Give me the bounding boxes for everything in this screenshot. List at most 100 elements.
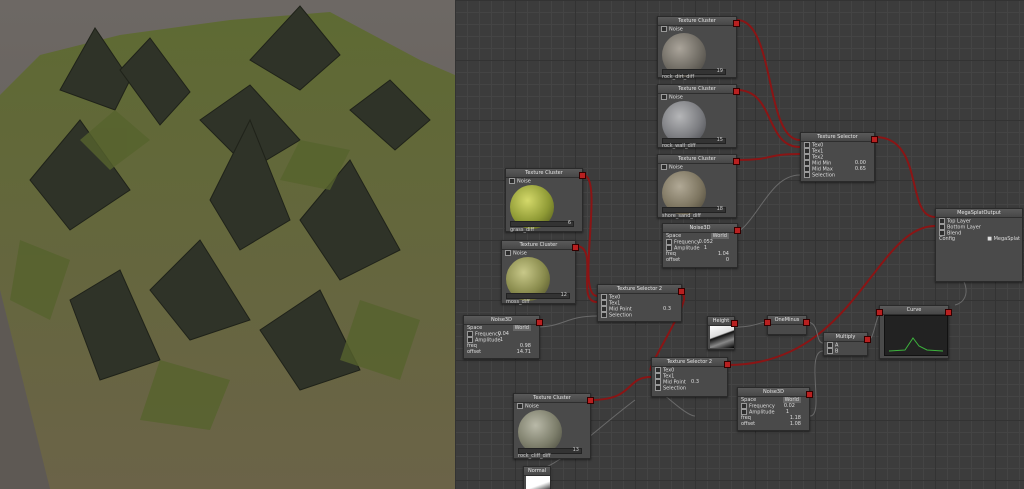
input-port[interactable]: [876, 309, 883, 316]
terrain-viewport[interactable]: [0, 0, 455, 489]
input-label: Selection: [609, 312, 633, 319]
one-minus-node[interactable]: OneMinus: [764, 315, 810, 335]
node-title: Noise3D: [663, 224, 737, 233]
field-label: offset: [467, 349, 482, 355]
texture-selector-node[interactable]: Texture Selector Tex0 Tex1 Tex2 Mid Min 0…: [800, 132, 878, 182]
node-title: Texture Selector 2: [652, 358, 727, 367]
texture-filename: moss_diff: [506, 299, 530, 305]
noise-toggle[interactable]: Noise: [506, 178, 582, 185]
noise-checkbox[interactable]: [505, 250, 511, 256]
field-label: offset: [666, 257, 681, 263]
field-label: Config: [939, 236, 956, 242]
noise-toggle[interactable]: Noise: [658, 26, 736, 33]
texture-filename: rock_dirt_diff: [662, 74, 695, 80]
port-checkbox[interactable]: [601, 312, 607, 318]
output-port[interactable]: [803, 319, 810, 326]
output-port[interactable]: [536, 319, 543, 326]
node-graph-canvas[interactable]: Texture Cluster Noise 19 rock_dirt_diff …: [455, 0, 1024, 489]
output-port[interactable]: [734, 227, 741, 234]
noise-toggle[interactable]: Noise: [658, 94, 736, 101]
noise-label: Noise: [517, 178, 531, 185]
terrain-render: [0, 5, 455, 489]
port-checkbox[interactable]: [827, 348, 833, 354]
noise3d-node[interactable]: Noise3D Space World Frequency 0.02 Amplitu…: [737, 387, 813, 431]
output-port[interactable]: [731, 320, 738, 327]
index-value: 12: [560, 292, 567, 298]
texture-selector2-node[interactable]: Texture Selector 2 Tex0 Tex1 Mid Point 0.…: [651, 357, 731, 397]
noise3d-node[interactable]: Noise3D Space World Frequency 0.04 Amplitu…: [463, 315, 543, 359]
noise-toggle[interactable]: Noise: [502, 250, 575, 257]
texture-cluster-node[interactable]: Texture Cluster Noise 13 rock_cliff_diff: [513, 393, 594, 459]
port-checkbox[interactable]: [655, 385, 661, 391]
config-value-text: MegaSplat: [993, 236, 1020, 242]
offset-field[interactable]: offset 1.08: [738, 421, 809, 427]
output-port[interactable]: [871, 136, 878, 143]
texture-filename: shore_sand_diff: [662, 213, 701, 219]
input-label: Selection: [663, 385, 687, 392]
texture-selector2-node[interactable]: Texture Selector 2 Tex0 Tex1 Mid Point 0.…: [597, 284, 685, 322]
input-label: Selection: [812, 172, 836, 179]
noise-toggle[interactable]: Noise: [658, 164, 736, 171]
output-port[interactable]: [806, 391, 813, 398]
texture-cluster-node[interactable]: Texture Cluster Noise 18 shore_sand_diff: [657, 154, 740, 219]
output-port[interactable]: [579, 172, 586, 179]
noise3d-node[interactable]: Noise3D Space World Frequency 0.052 Amplit…: [662, 223, 741, 268]
output-port[interactable]: [724, 361, 731, 368]
selection-input[interactable]: Selection: [801, 172, 874, 179]
texture-cluster-node[interactable]: Texture Cluster Noise 19 rock_dirt_diff: [657, 16, 740, 80]
height-node[interactable]: Height: [707, 316, 738, 350]
field-value[interactable]: 14.71: [517, 349, 531, 355]
selection-input[interactable]: Selection: [652, 385, 727, 392]
normal-node[interactable]: Normal: [523, 466, 551, 489]
input-port[interactable]: [764, 319, 771, 326]
node-title: Texture Cluster: [658, 155, 736, 164]
offset-field[interactable]: offset 0: [663, 257, 737, 263]
output-port[interactable]: [945, 309, 952, 316]
texture-cluster-node[interactable]: Texture Cluster Noise 15 rock_wall_diff: [657, 84, 740, 149]
index-value: 19: [716, 68, 723, 74]
port-checkbox[interactable]: [804, 172, 810, 178]
texture-filename: grass_diff: [510, 227, 535, 233]
texture-filename: rock_cliff_diff: [518, 453, 551, 459]
texture-cluster-node[interactable]: Texture Cluster Noise 12 moss_diff: [501, 240, 579, 305]
config-field[interactable]: Config ■ MegaSplat: [936, 236, 1022, 242]
input-b[interactable]: B: [824, 348, 867, 355]
node-title: Texture Selector 2: [598, 285, 681, 294]
noise-toggle[interactable]: Noise: [514, 403, 590, 410]
noise-checkbox[interactable]: [661, 26, 667, 32]
field-value[interactable]: 1.08: [790, 421, 801, 427]
output-port[interactable]: [733, 88, 740, 95]
texture-cluster-node[interactable]: Texture Cluster Noise 6 grass_diff: [505, 168, 586, 233]
normal-preview: [526, 476, 550, 489]
node-title: OneMinus: [768, 316, 806, 325]
node-title: Curve: [880, 306, 948, 315]
megasplat-output-node[interactable]: MegaSplatOutput Top Layer Bottom Layer B…: [935, 208, 1023, 282]
output-port[interactable]: [572, 244, 579, 251]
curve-node[interactable]: Curve: [876, 305, 952, 359]
noise-checkbox[interactable]: [661, 94, 667, 100]
config-value[interactable]: ■ MegaSplat: [987, 236, 1020, 242]
noise-label: Noise: [669, 26, 683, 33]
offset-field[interactable]: offset 14.71: [464, 349, 539, 355]
node-title: MegaSplatOutput: [936, 209, 1022, 218]
output-port[interactable]: [587, 397, 594, 404]
noise-label: Noise: [513, 250, 527, 257]
noise-checkbox[interactable]: [661, 164, 667, 170]
height-preview: [710, 326, 734, 348]
noise-checkbox[interactable]: [509, 178, 515, 184]
noise-checkbox[interactable]: [517, 403, 523, 409]
multiply-node[interactable]: Multiply A B: [823, 332, 871, 356]
selection-input[interactable]: Selection: [598, 312, 681, 319]
output-port[interactable]: [864, 336, 871, 343]
input-label: B: [835, 348, 839, 355]
field-value[interactable]: 0: [726, 257, 729, 263]
node-title: Multiply: [824, 333, 867, 342]
curve-editor[interactable]: [884, 315, 948, 356]
output-port[interactable]: [733, 158, 740, 165]
node-title: Texture Cluster: [502, 241, 575, 250]
node-title: Texture Cluster: [658, 85, 736, 94]
output-port[interactable]: [733, 20, 740, 27]
field-label: offset: [741, 421, 756, 427]
index-value: 15: [716, 137, 723, 143]
output-port[interactable]: [678, 288, 685, 295]
